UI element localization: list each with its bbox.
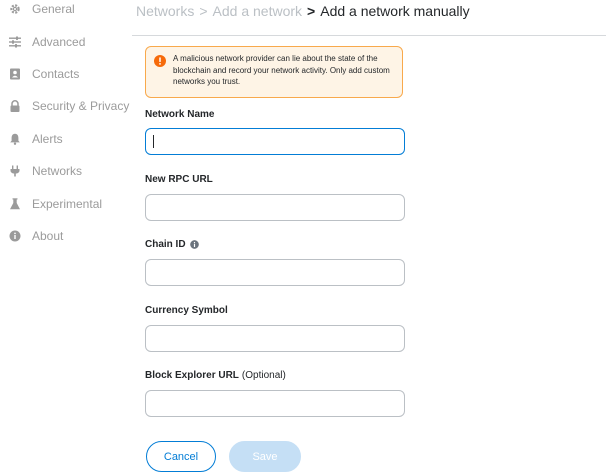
cancel-button[interactable]: Cancel <box>146 441 216 472</box>
sidebar-item-contacts[interactable]: Contacts <box>0 64 79 84</box>
sidebar-item-label: Security & Privacy <box>32 99 130 113</box>
address-book-icon <box>9 68 21 80</box>
breadcrumb-networks[interactable]: Networks <box>136 3 194 19</box>
sidebar-item-label: Contacts <box>32 67 80 81</box>
breadcrumb-separator: > <box>307 3 316 19</box>
sidebar-item-experimental[interactable]: Experimental <box>0 194 102 214</box>
settings-page: General Advanced Contacts Security & Pri… <box>0 0 606 475</box>
sidebar-item-label: Experimental <box>32 197 103 211</box>
breadcrumb: Networks > Add a network > Add a network… <box>136 1 470 21</box>
sidebar-item-alerts[interactable]: Alerts <box>0 129 63 149</box>
breadcrumb-separator: > <box>199 3 208 19</box>
info-icon[interactable] <box>189 239 199 249</box>
warning-text: A malicious network provider can lie abo… <box>173 54 390 86</box>
flask-icon <box>9 198 21 210</box>
sidebar-item-general[interactable]: General <box>0 0 75 19</box>
lock-icon <box>9 100 21 112</box>
header-divider <box>132 35 606 36</box>
chain-id-label-text: Chain ID <box>145 238 186 250</box>
sidebar-item-advanced[interactable]: Advanced <box>0 32 85 52</box>
rpc-url-label-text: New RPC URL <box>145 173 213 185</box>
sliders-icon <box>9 36 21 48</box>
info-icon <box>9 230 21 242</box>
save-button[interactable]: Save <box>229 441 301 472</box>
sidebar-item-about[interactable]: About <box>0 226 63 246</box>
sidebar-item-label: Advanced <box>32 35 86 49</box>
warning-banner: A malicious network provider can lie abo… <box>145 46 403 98</box>
block-explorer-label-text: Block Explorer URL <box>145 369 239 381</box>
page-title: Add a network manually <box>320 3 470 19</box>
currency-symbol-label: Currency Symbol <box>145 303 228 317</box>
currency-symbol-input[interactable] <box>145 325 405 352</box>
rpc-url-label: New RPC URL <box>145 172 213 186</box>
optional-tag: (Optional) <box>241 369 286 381</box>
text-caret <box>153 135 154 148</box>
bell-icon <box>9 133 21 145</box>
sidebar-item-networks[interactable]: Networks <box>0 161 82 181</box>
gear-icon <box>9 3 21 15</box>
chain-id-input[interactable] <box>145 259 405 286</box>
network-name-label-text: Network Name <box>145 108 215 120</box>
sidebar-item-security-privacy[interactable]: Security & Privacy <box>0 96 129 116</box>
plug-icon <box>9 165 21 177</box>
save-button-label: Save <box>252 450 278 463</box>
rpc-url-input[interactable] <box>145 194 405 221</box>
block-explorer-input[interactable] <box>145 390 405 417</box>
warning-icon <box>154 55 166 67</box>
sidebar-item-label: General <box>32 2 75 16</box>
network-name-input[interactable] <box>145 128 405 155</box>
cancel-button-label: Cancel <box>163 450 199 463</box>
sidebar-item-label: Networks <box>32 164 83 178</box>
block-explorer-label: Block Explorer URL (Optional) <box>145 368 286 382</box>
settings-sidebar: General Advanced Contacts Security & Pri… <box>0 0 130 475</box>
sidebar-item-label: Alerts <box>32 132 63 146</box>
network-name-label: Network Name <box>145 107 214 121</box>
sidebar-item-label: About <box>32 229 64 243</box>
breadcrumb-add-network[interactable]: Add a network <box>213 3 303 19</box>
currency-symbol-label-text: Currency Symbol <box>145 304 228 316</box>
chain-id-label: Chain ID <box>145 237 199 251</box>
